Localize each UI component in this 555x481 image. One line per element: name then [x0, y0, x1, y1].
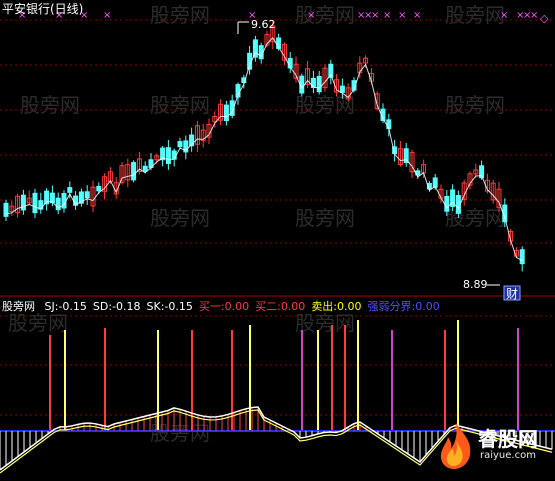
legend-field-5: 卖出:0.00 [311, 300, 362, 313]
candle-body [339, 85, 345, 93]
watermark: 股旁网 [445, 93, 505, 117]
diamond-icon: ◇ [540, 12, 549, 25]
legend-field-4: 买二:0.00 [255, 300, 306, 313]
candle-body [84, 191, 90, 199]
candle-body [177, 141, 183, 148]
candle-body [519, 249, 525, 265]
brand-url: raiyue.com [480, 450, 536, 461]
flame-icon [440, 423, 471, 469]
candle-body [444, 195, 450, 212]
signal-marker: × [307, 10, 315, 21]
signal-marker: × [103, 10, 111, 21]
watermark: 股旁网 [295, 3, 355, 27]
legend-field-6: 强弱分界:0.00 [367, 300, 440, 313]
watermark: 股旁网 [150, 206, 210, 230]
watermark: 股旁网 [20, 93, 80, 117]
brand-logo[interactable]: 睿股网 raiyue.com [434, 419, 552, 473]
legend-field-0: SJ:-0.15 [44, 300, 87, 313]
signal-marker: × [500, 10, 508, 21]
legend-field-1: SD:-0.18 [92, 300, 141, 313]
candle-body [49, 192, 55, 204]
legend-field-2: SK:-0.15 [146, 300, 193, 313]
stock-title: 平安银行(日线) [2, 2, 84, 16]
legend-field-3: 买一:0.00 [198, 300, 250, 313]
candle-body [165, 147, 171, 164]
candle-body [32, 192, 38, 214]
candle-body [142, 165, 148, 172]
signal-marker: × [398, 10, 406, 21]
candle-body [67, 187, 73, 193]
candle-body [96, 185, 102, 192]
finance-badge-text: 财 [506, 287, 518, 301]
watermark: 股旁网 [445, 206, 505, 230]
indicator-legend: 股旁网 SJ:-0.15 SD:-0.18 SK:-0.15 买一:0.00 买二:0.… [2, 300, 452, 314]
watermark: 股旁网 [150, 93, 210, 117]
candle-body [223, 104, 229, 122]
candle-body [3, 202, 9, 217]
candle-body [20, 194, 26, 211]
brand-name: 睿股网 [478, 427, 538, 451]
chart-stage: 股旁网 股旁网 股旁网 股旁网 股旁网 股旁网 股旁网 股旁网 股旁网 股旁网 股旁网 股旁网 股旁网 ×… [0, 0, 555, 477]
high-price-label: 9.62 [251, 18, 276, 31]
watermark: 股旁网 [295, 206, 355, 230]
signal-marker: × [371, 10, 379, 21]
kline-chart[interactable]: 股旁网股旁网股旁网股旁网股旁网股旁网股旁网股旁网股旁网股旁网股旁网股旁网股旁网×… [0, 0, 555, 477]
candle-body [171, 150, 177, 160]
candle-body [131, 162, 137, 181]
candle-body [316, 75, 322, 93]
low-price-label: 8.89 [463, 278, 488, 291]
candle-body [432, 177, 438, 188]
watermark: 股旁网 [150, 3, 210, 27]
signal-marker: × [413, 10, 421, 21]
watermark: 股旁网 [8, 311, 68, 335]
signal-marker: × [530, 10, 538, 21]
signal-marker: × [383, 10, 391, 21]
watermark: 股旁网 [445, 3, 505, 27]
indicator-name: 股旁网 [2, 300, 35, 313]
